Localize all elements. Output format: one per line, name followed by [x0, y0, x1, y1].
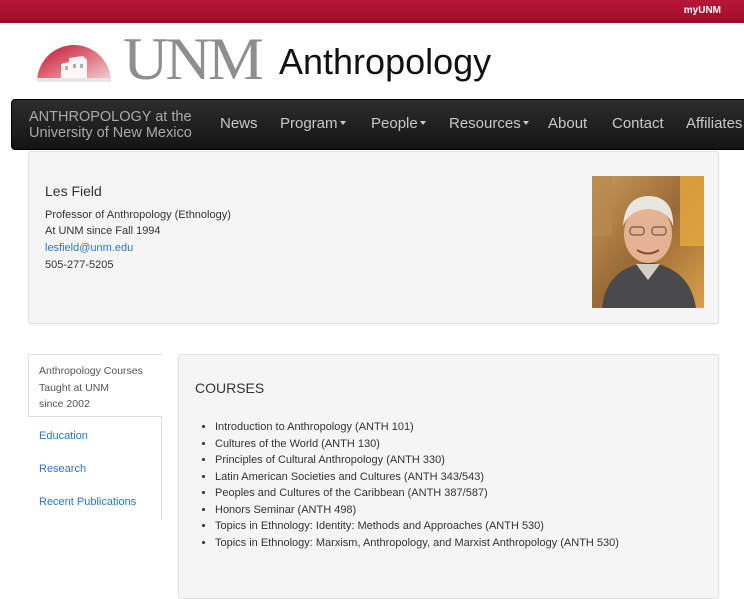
brand-line-2: University of New Mexico: [29, 125, 192, 141]
profile-phone: 505-277-5205: [45, 259, 114, 271]
courses-list: Introduction to Anthropology (ANTH 101) …: [215, 419, 619, 551]
caret-down-icon: [522, 121, 529, 126]
course-item: Honors Seminar (ANTH 498): [215, 502, 619, 519]
course-item: Topics in Ethnology: Marxism, Anthropolo…: [215, 535, 619, 552]
sidenav-divider: [161, 417, 162, 520]
side-navigation: Anthropology Courses Taught at UNM since…: [28, 354, 163, 520]
profile-since: At UNM since Fall 1994: [45, 225, 161, 237]
profile-title: Professor of Anthropology (Ethnology): [45, 209, 231, 221]
sidenav-courses-line-1: Anthropology Courses: [39, 365, 143, 377]
navbar-brand[interactable]: ANTHROPOLOGY at the University of New Me…: [29, 109, 209, 141]
profile-card: Les Field Professor of Anthropology (Eth…: [28, 151, 719, 324]
top-utility-bar: myUNM: [0, 0, 744, 23]
sidenav-courses-tab[interactable]: Anthropology Courses Taught at UNM since…: [28, 354, 162, 417]
caret-down-icon: [339, 121, 346, 126]
course-item: Cultures of the World (ANTH 130): [215, 436, 619, 453]
profile-email-link[interactable]: lesfield@unm.edu: [45, 242, 133, 254]
sidenav-education[interactable]: Education: [39, 430, 88, 442]
unm-wordmark[interactable]: UNM: [123, 29, 264, 89]
main-navbar: ANTHROPOLOGY at the University of New Me…: [11, 99, 744, 150]
nav-program[interactable]: Program: [280, 115, 346, 132]
nav-news-label: News: [220, 115, 258, 132]
nav-contact[interactable]: Contact: [612, 115, 664, 132]
nav-resources[interactable]: Resources: [449, 115, 529, 132]
course-item: Introduction to Anthropology (ANTH 101): [215, 419, 619, 436]
nav-resources-label: Resources: [449, 115, 521, 132]
course-item: Topics in Ethnology: Identity: Methods a…: [215, 518, 619, 535]
nav-affiliates-label: Affiliates: [686, 115, 743, 132]
profile-photo: [592, 176, 704, 308]
caret-down-icon: [419, 121, 426, 126]
sidenav-recent-publications[interactable]: Recent Publications: [39, 496, 136, 508]
course-item: Latin American Societies and Cultures (A…: [215, 469, 619, 486]
nav-people[interactable]: People: [371, 115, 426, 132]
courses-heading: COURSES: [195, 380, 265, 396]
site-banner: UNM Anthropology: [0, 23, 744, 100]
nav-program-label: Program: [280, 115, 338, 132]
myunm-link[interactable]: myUNM: [684, 5, 721, 16]
nav-contact-label: Contact: [612, 115, 664, 132]
courses-panel: COURSES Introduction to Anthropology (AN…: [178, 354, 719, 599]
nav-about-label: About: [548, 115, 588, 132]
nav-news[interactable]: News: [220, 115, 258, 132]
profile-name: Les Field: [45, 183, 102, 199]
course-item: Principles of Cultural Anthropology (ANT…: [215, 452, 619, 469]
sidenav-courses-line-2: Taught at UNM: [39, 381, 110, 394]
nav-people-label: People: [371, 115, 418, 132]
unm-logo-mark-icon[interactable]: [35, 34, 113, 84]
course-item: Peoples and Cultures of the Caribbean (A…: [215, 485, 619, 502]
sidenav-research[interactable]: Research: [39, 463, 86, 475]
nav-affiliates[interactable]: Affiliates: [686, 115, 742, 132]
brand-line-1: ANTHROPOLOGY at the: [29, 109, 192, 125]
department-title[interactable]: Anthropology: [279, 42, 491, 82]
nav-about[interactable]: About: [548, 115, 587, 132]
sidenav-courses-line-3: since 2002: [39, 398, 90, 410]
